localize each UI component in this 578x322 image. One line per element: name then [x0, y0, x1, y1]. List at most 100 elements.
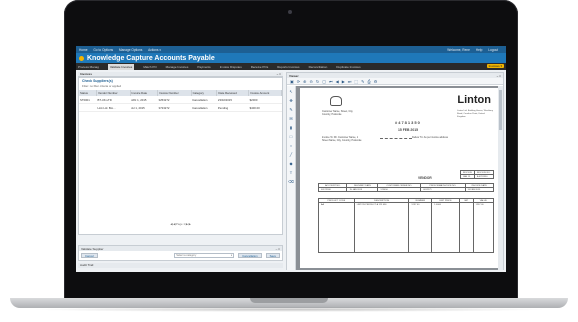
cancellation-button[interactable]: Cancellation [238, 253, 262, 258]
cell-vendor: Link Ltd. Bro... [96, 103, 131, 112]
save-button[interactable]: Save [265, 253, 280, 258]
first-page-icon[interactable]: ⏮ [329, 79, 333, 84]
doc-cell: LINTON PRODUCT A 123 456 [353, 202, 410, 253]
tab-match-po[interactable]: Match PO [143, 65, 156, 69]
next-page-icon[interactable]: ▶ [342, 79, 345, 84]
tab-duplicate-invoices[interactable]: Duplicate Invoices [336, 65, 360, 69]
table-pager[interactable]: ◀ ◀ Page 1 ▶ ▶ [79, 222, 282, 226]
doc-cell: JAN 15 [460, 174, 475, 179]
app-title: Knowledge Capture Accounts Payable [87, 54, 215, 62]
table-row[interactable]: ST0001 BT-UK-LTD JAN 1, 2015 3253272 Can… [79, 96, 282, 104]
invoices-dropdown-button[interactable]: Invoices ▾ [486, 64, 504, 68]
document-account-table: ACCOUNT NO. DELIVERY DATE CUSTOMER ORDER… [317, 183, 494, 192]
zoom-out-icon[interactable]: ⊖ [310, 79, 313, 84]
refresh-icon[interactable]: ⟳ [297, 79, 300, 84]
panel-window-controls[interactable]: – □ [276, 247, 280, 251]
doc-cell: 1237.00 [472, 202, 495, 253]
doc-cell: 123456 [377, 187, 422, 192]
document-deliver-to: Deliver To: As per invoice address [412, 136, 448, 139]
top-link-goto-options[interactable]: Go to Options [93, 48, 113, 52]
settings-icon[interactable]: ⚙ [374, 79, 378, 84]
circle-icon[interactable]: ○ [290, 143, 292, 148]
logout-link[interactable]: Logout [488, 48, 498, 52]
table-row[interactable]: Link Ltd. Bro... Jul 1, 2015 3723272 Can… [79, 103, 282, 112]
rectangle-icon[interactable]: □ [290, 134, 292, 139]
viewer-window-controls[interactable]: – □ [497, 74, 501, 78]
doc-cell [458, 202, 474, 253]
cell-number: 3723272 [157, 103, 192, 112]
print-icon[interactable]: ⎙ [368, 79, 371, 84]
app-logo-icon [79, 55, 84, 61]
module-tab-bar: Process Manag Validate Invoices Match PO… [76, 63, 506, 70]
pan-icon[interactable]: ✥ [289, 98, 292, 103]
webcam [288, 10, 292, 14]
rotate-icon[interactable]: ↻ [316, 79, 319, 84]
top-link-actions[interactable]: Actions ▾ [148, 48, 161, 52]
doc-cell: 1.0000 [431, 202, 460, 253]
invoice-document: Linton Linton Ltd. Building House, Westb… [300, 88, 499, 268]
document-vendor-label: VENDOR [418, 176, 432, 180]
document-viewer: Viewer – □ ▣ ⟳ ⊕ ⊖ ↻ ▢ ⏮ ◀ ▶ ⏭ ⬚ ✎ ⎙ ⚙ ↖… [286, 72, 504, 270]
document-divider [380, 138, 412, 139]
top-link-home[interactable]: Home [79, 48, 88, 52]
select-icon[interactable]: ⬚ [354, 79, 358, 84]
document-invoice-date: 15 FEB 2015 [398, 128, 418, 132]
cell-number: 3253272 [157, 96, 192, 104]
help-link[interactable]: Help [476, 48, 483, 52]
invoice-table: Status Vendor Number Invoice Date Invoic… [79, 90, 282, 112]
doc-cell: 00172180 [317, 187, 348, 192]
tab-process-manag[interactable]: Process Manag [78, 65, 99, 69]
tab-reconciliation[interactable]: Reconciliation [309, 65, 328, 69]
tab-manage-invoices[interactable]: Manage Invoices [166, 65, 189, 69]
note-icon[interactable]: ✉ [289, 116, 292, 121]
cell-received: 23/02/2015 [216, 96, 249, 104]
stamp-icon[interactable]: ◆ [289, 161, 292, 166]
document-canvas[interactable]: Linton Linton Ltd. Building House, Westb… [296, 86, 503, 270]
viewer-body: ↖ ✥ ✎ ✉ ▮ □ ○ ╱ ◆ T ⌫ Linton Linton Ltd.… [287, 86, 503, 270]
document-brand: Linton [457, 94, 491, 106]
audit-trail-header[interactable]: Audit Trail [78, 263, 283, 268]
zoom-in-icon[interactable]: ⊕ [303, 79, 306, 84]
company-crest-icon [330, 96, 342, 106]
tab-invoice-disputes[interactable]: Invoice Disputes [220, 65, 242, 69]
tab-validate-invoices[interactable]: Validate Invoices [107, 63, 135, 70]
doc-cell: 0012271 [420, 187, 466, 192]
laptop-shadow [30, 307, 548, 312]
document-address: Customer Name, Street, City, Country, Po… [322, 110, 354, 116]
line-icon[interactable]: ╱ [290, 152, 292, 157]
pen-icon[interactable]: ✎ [289, 107, 292, 112]
app-title-bar: Knowledge Capture Accounts Payable [76, 53, 506, 63]
pointer-icon[interactable]: ↖ [289, 89, 292, 94]
viewer-toolbar: ▣ ⟳ ⊕ ⊖ ↻ ▢ ⏮ ◀ ▶ ⏭ ⬚ ✎ ⎙ ⚙ [287, 78, 503, 85]
tab-payments[interactable]: Payments [197, 65, 210, 69]
text-icon[interactable]: T [290, 170, 292, 175]
screen: Home Go to Options Manage Options Action… [76, 46, 506, 272]
cancel-button[interactable]: Cancel [81, 253, 98, 258]
cell-date: Jul 1, 2015 [130, 103, 158, 112]
document-invoice-number: #4781350 [395, 120, 421, 125]
eraser-icon[interactable]: ⌫ [288, 179, 294, 184]
cell-category: Cancellation [191, 96, 217, 104]
cell-amount: $400.00 [248, 103, 282, 112]
doc-cell: 1237 00 [408, 202, 433, 253]
viewer-title: Viewer [289, 73, 299, 78]
document-invoice-box: INVOICE INVOICE NO. JAN 15 A 4781350 [460, 170, 494, 179]
viewer-scroll-thumb[interactable] [499, 90, 502, 130]
prev-page-icon[interactable]: ◀ [336, 79, 339, 84]
invoices-panel-title: Invoices [80, 72, 93, 76]
highlight-icon[interactable]: ✎ [361, 79, 364, 84]
top-link-manage-options[interactable]: Manage Options [119, 48, 142, 52]
fit-page-icon[interactable]: ▢ [322, 79, 326, 84]
tab-receive-pos[interactable]: Receive POs [251, 65, 269, 69]
save-icon[interactable]: ▣ [290, 79, 294, 84]
chevron-down-icon: ▾ [230, 254, 233, 257]
panel-window-controls[interactable]: – □ [277, 72, 281, 76]
last-page-icon[interactable]: ⏭ [348, 79, 352, 84]
welcome-user[interactable]: Welcome, Rene [447, 48, 470, 52]
doc-cell: AA [318, 202, 355, 253]
category-select[interactable]: Select a category ▾ [174, 253, 235, 258]
workspace: Invoices – □ Check Suppliers(s) Filter: … [76, 70, 506, 272]
highlighter-icon[interactable]: ▮ [290, 125, 292, 130]
viewer-scrollbar[interactable] [498, 86, 503, 270]
tab-reports-invoices[interactable]: Reports Invoices [277, 65, 299, 69]
